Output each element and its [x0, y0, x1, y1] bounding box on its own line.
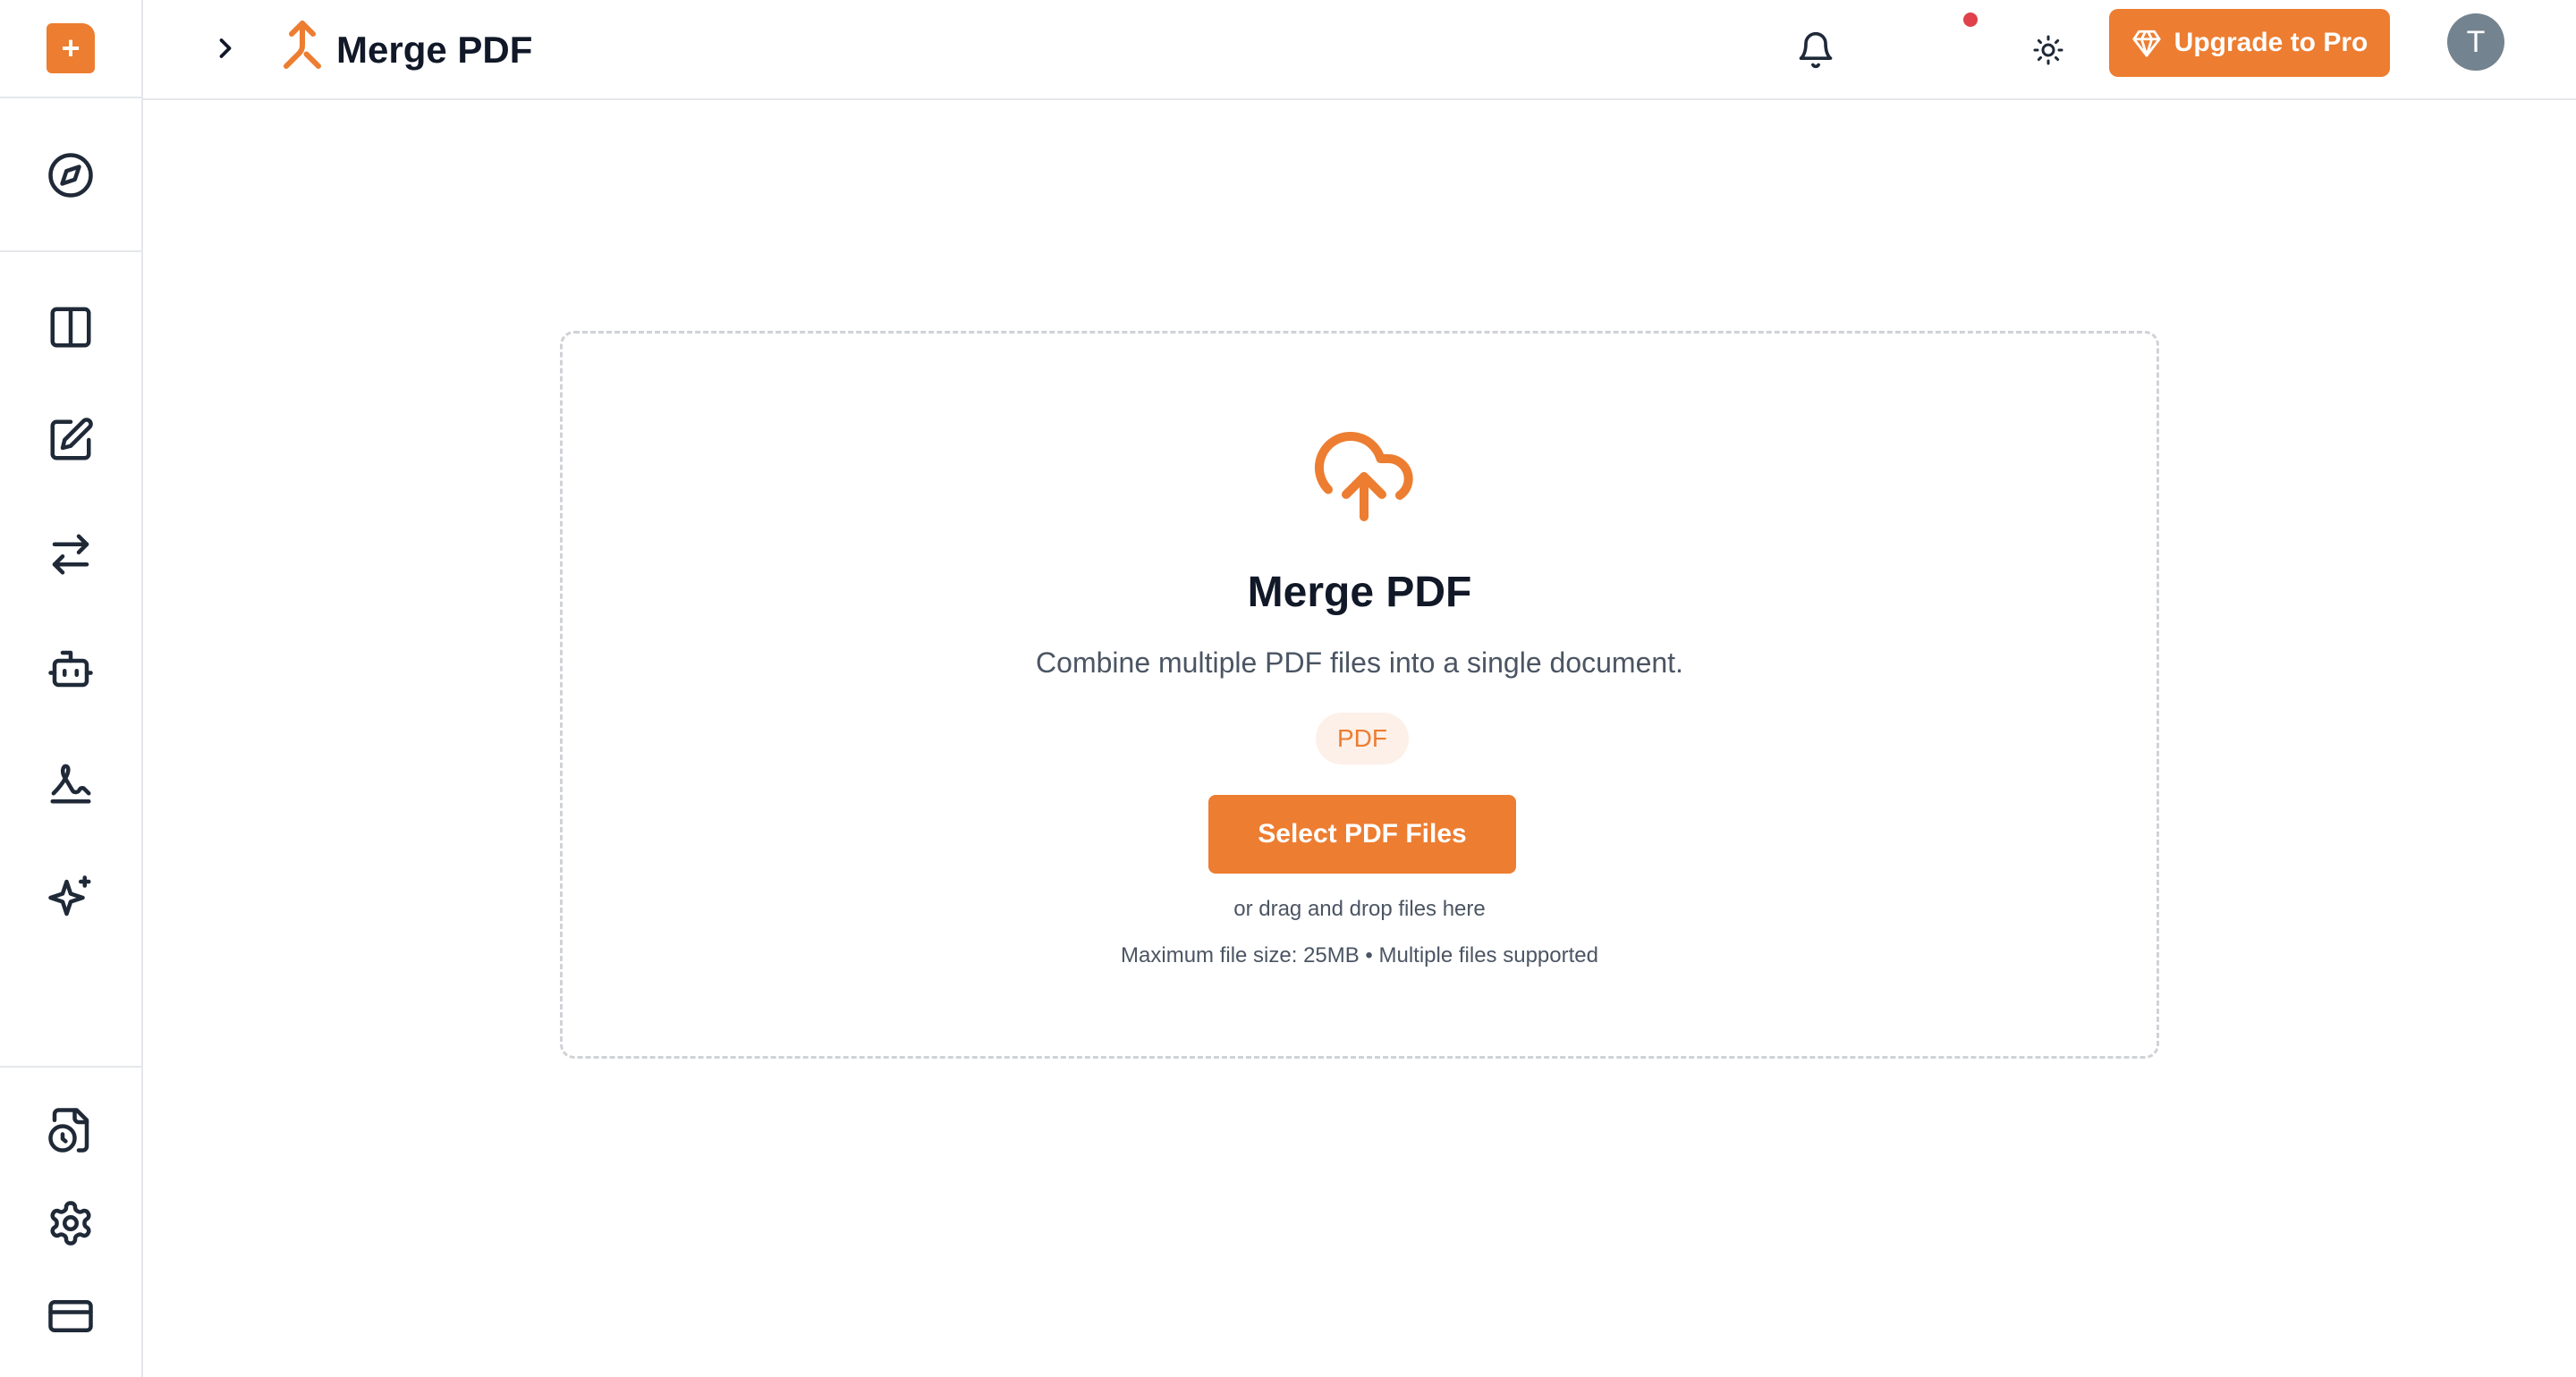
- sidebar-divider: [0, 250, 141, 252]
- robot-icon: [48, 650, 93, 688]
- file-type-badge: PDF: [1316, 713, 1409, 765]
- sparkles-icon: [48, 875, 91, 917]
- cloud-upload-icon: [1310, 423, 1418, 530]
- chevron-right-icon: [219, 38, 232, 58]
- sidebar-item-settings[interactable]: [35, 1187, 106, 1259]
- credit-card-icon: [48, 1300, 93, 1332]
- diamond-icon: [2132, 30, 2161, 57]
- notification-dot: [1963, 13, 1978, 27]
- drag-drop-hint: or drag and drop files here: [1233, 897, 1486, 921]
- sidebar-item-convert[interactable]: [35, 519, 106, 590]
- sidebar-item-billing[interactable]: [35, 1280, 106, 1352]
- page-title: Merge PDF: [336, 29, 533, 71]
- compass-icon: [48, 153, 93, 198]
- edit-icon: [50, 418, 93, 460]
- gear-icon: [50, 1201, 91, 1246]
- sidebar-item-explore[interactable]: [35, 139, 106, 211]
- logo-area: +: [0, 0, 141, 98]
- avatar-initial: T: [2466, 24, 2486, 59]
- bell-icon: [1799, 31, 1833, 69]
- notifications-button[interactable]: [1780, 14, 1852, 86]
- sidebar-divider: [0, 1066, 141, 1068]
- sidebar-item-history[interactable]: [35, 1094, 106, 1166]
- file-clock-icon: [48, 1108, 89, 1153]
- logo-plus-icon: +: [61, 30, 80, 66]
- sidebar-item-sign[interactable]: [35, 748, 106, 819]
- app-logo[interactable]: +: [47, 23, 95, 73]
- dropzone-description: Combine multiple PDF files into a single…: [1036, 646, 1683, 679]
- file-limit-text: Maximum file size: 25MB • Multiple files…: [1121, 943, 1598, 967]
- expand-sidebar-button[interactable]: [197, 20, 254, 77]
- signature-icon: [50, 764, 91, 804]
- sidebar: +: [0, 0, 143, 1377]
- select-pdf-files-button[interactable]: Select PDF Files: [1208, 795, 1516, 874]
- file-dropzone[interactable]: Merge PDF Combine multiple PDF files int…: [560, 331, 2159, 1059]
- columns-icon: [50, 307, 91, 348]
- sidebar-item-ai-tools[interactable]: [35, 862, 106, 933]
- arrows-swap-icon: [52, 534, 89, 575]
- dropzone-title: Merge PDF: [1247, 569, 1472, 616]
- sidebar-item-edit[interactable]: [35, 404, 106, 476]
- sidebar-item-organize[interactable]: [35, 291, 106, 363]
- merge-icon: [270, 18, 335, 82]
- upgrade-label: Upgrade to Pro: [2174, 28, 2368, 57]
- user-avatar[interactable]: T: [2447, 13, 2504, 71]
- sidebar-item-ai-assistant[interactable]: [35, 633, 106, 705]
- sun-icon: [2033, 35, 2063, 65]
- theme-toggle-button[interactable]: [2012, 14, 2084, 86]
- upgrade-to-pro-button[interactable]: Upgrade to Pro: [2109, 9, 2390, 77]
